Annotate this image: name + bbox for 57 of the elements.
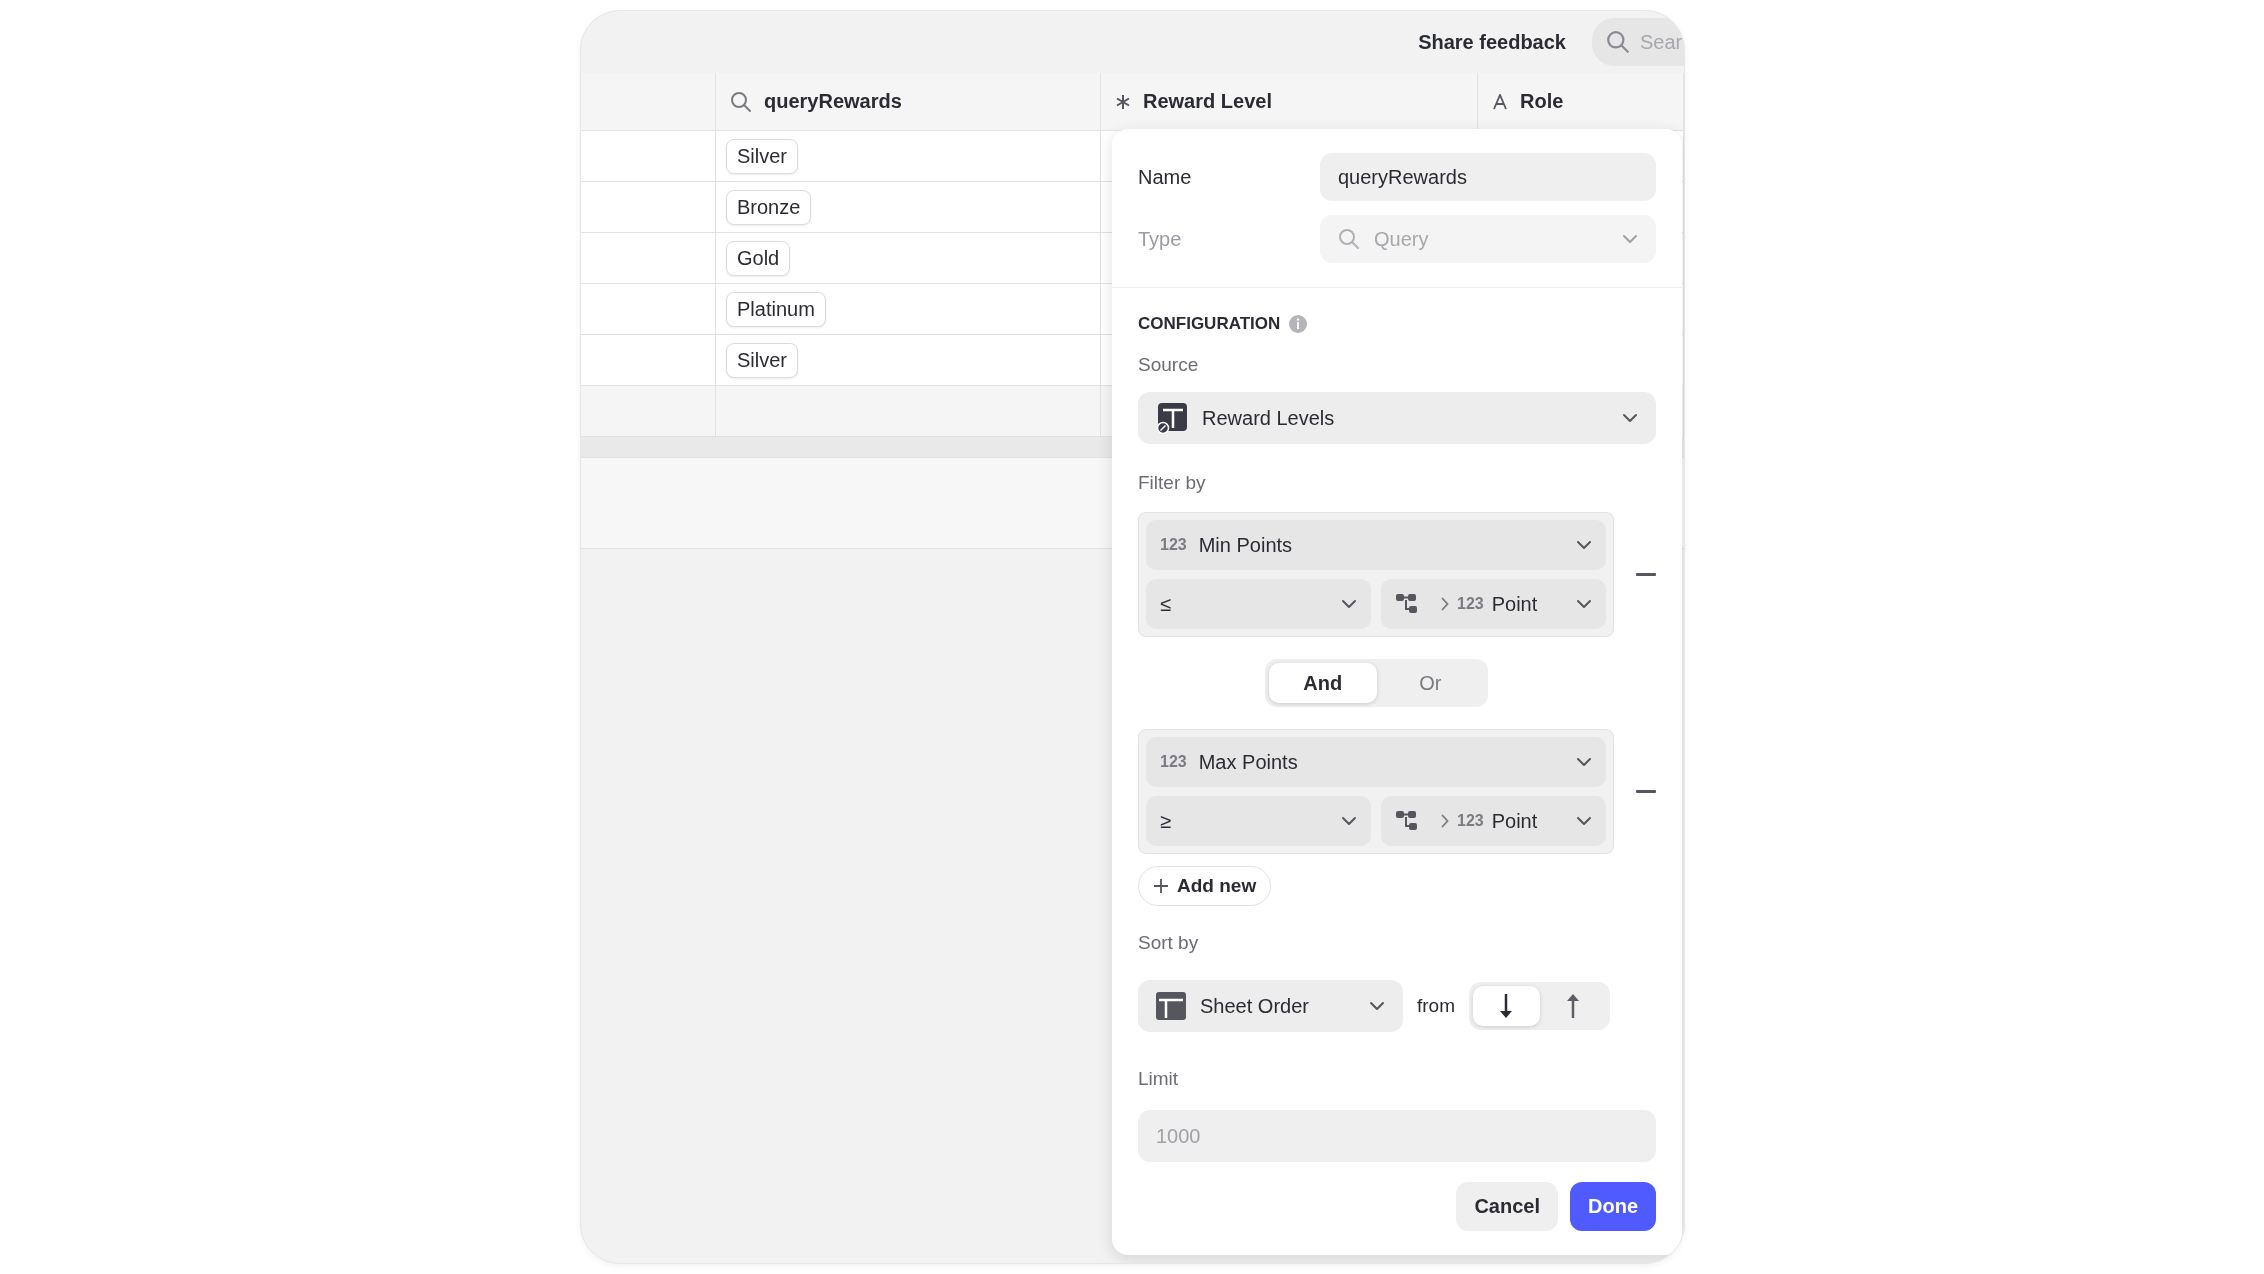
plus-icon xyxy=(1153,878,1169,894)
operator-select[interactable]: ≥ xyxy=(1146,796,1371,846)
chevron-down-icon xyxy=(1576,816,1592,826)
chevron-down-icon xyxy=(1576,599,1592,609)
logic-option[interactable]: And xyxy=(1269,663,1377,703)
field-label: Type xyxy=(1138,227,1183,251)
text-type-icon xyxy=(1492,93,1508,110)
column-header[interactable]: Reward Level xyxy=(1101,73,1478,131)
remove-icon[interactable] xyxy=(1636,572,1656,577)
tree-nodes-icon xyxy=(1395,592,1419,616)
value-select[interactable]: 123 Point xyxy=(1381,579,1606,629)
tree-nodes-icon xyxy=(1395,809,1419,833)
level-tag: Bronze xyxy=(726,189,812,225)
share-feedback-link[interactable]: Share feedback xyxy=(1418,30,1566,54)
name-input[interactable]: queryRewards xyxy=(1320,153,1656,201)
field-label: Sort by xyxy=(1138,932,1200,954)
sort-select[interactable]: Sheet Order xyxy=(1138,980,1403,1032)
search-icon xyxy=(1606,30,1630,54)
arrow-down-icon xyxy=(1498,993,1515,1019)
operator-select[interactable]: ≤ xyxy=(1146,579,1371,629)
level-tag: Silver xyxy=(726,138,798,174)
field-select[interactable]: 123 Max Points xyxy=(1146,737,1606,787)
sheet-icon xyxy=(1156,992,1186,1020)
level-tag: Platinum xyxy=(726,291,826,327)
field-label: Limit xyxy=(1138,1068,1180,1090)
field-label: Source xyxy=(1138,354,1200,376)
chevron-down-icon xyxy=(1576,757,1592,767)
chevron-down-icon xyxy=(1341,599,1357,609)
from-label: from xyxy=(1417,995,1455,1017)
chevron-down-icon xyxy=(1576,540,1592,550)
chevron-right-icon xyxy=(1441,597,1449,611)
field-label: Filter by xyxy=(1138,472,1207,494)
source-select[interactable]: Reward Levels xyxy=(1138,392,1656,444)
arrow-up-icon xyxy=(1564,993,1581,1019)
chevron-down-icon xyxy=(1622,413,1638,423)
limit-input[interactable]: 1000 xyxy=(1138,1110,1656,1162)
field-select[interactable]: 123 Min Points xyxy=(1146,520,1606,570)
logic-option[interactable]: Or xyxy=(1376,663,1484,703)
level-tag: Silver xyxy=(726,342,798,378)
column-header[interactable]: queryRewards xyxy=(716,73,1101,131)
asterisk-icon xyxy=(1115,93,1131,110)
chevron-down-icon xyxy=(1622,234,1638,244)
cancel-button[interactable]: Cancel xyxy=(1456,1182,1558,1231)
chevron-right-icon xyxy=(1441,814,1449,828)
add-filter-button[interactable]: Add new xyxy=(1138,866,1272,906)
search-icon xyxy=(1338,228,1360,250)
value-select[interactable]: 123 Point xyxy=(1381,796,1606,846)
search-icon xyxy=(730,90,752,113)
done-button[interactable]: Done xyxy=(1570,1182,1656,1231)
field-label: Name xyxy=(1138,165,1193,189)
direction-option[interactable] xyxy=(1473,986,1540,1026)
section-title: CONFIGURATION xyxy=(1138,314,1281,334)
chevron-down-icon xyxy=(1341,816,1357,826)
level-tag: Gold xyxy=(726,240,791,276)
chevron-down-icon xyxy=(1369,1001,1385,1011)
table-source-icon xyxy=(1156,402,1188,434)
remove-icon[interactable] xyxy=(1636,789,1656,794)
